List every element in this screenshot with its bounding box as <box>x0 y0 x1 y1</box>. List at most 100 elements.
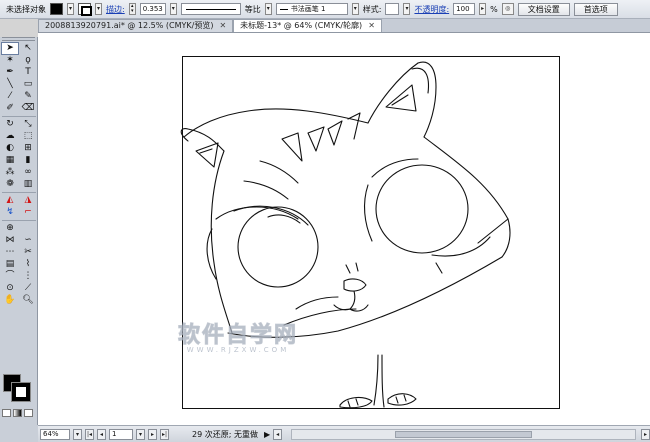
none-mode-icon[interactable] <box>24 409 33 417</box>
measure-icon[interactable]: ⟋ <box>20 283 36 294</box>
stroke-dropdown[interactable]: ▾ <box>95 3 102 15</box>
magnify-icon[interactable]: 🔍︎ <box>20 295 36 306</box>
style-label: 样式: <box>362 4 382 14</box>
close-icon[interactable]: ✕ <box>219 20 226 32</box>
pen-tool-icon[interactable]: ✒ <box>2 67 18 78</box>
symbol-sprayer-icon[interactable]: ❁ <box>2 179 18 190</box>
direct-selection-icon[interactable]: ↖ <box>20 43 36 54</box>
watermark: 软件自学网 WWW.RJZXW.COM <box>158 317 318 355</box>
zoom-tool-icon[interactable]: ⊙ <box>2 283 18 294</box>
status-bar: 64% ▾ |◂ ◂ 1 ▾ ▸ ▸| 29 次还原; 无重做 ▶ ◂ ▸ <box>38 425 650 442</box>
artboard-tool-icon[interactable]: ⌐ <box>20 207 36 218</box>
twirl-icon[interactable]: ⌇ <box>20 259 36 270</box>
control-bar: 未选择对象 ▾ ▾ 描边: ▴ ▾ 0.353 ▾ 等比 ▾ 书法画笔 1 ▾ 样… <box>0 0 650 19</box>
scroll-right-button[interactable]: ▸ <box>641 428 650 440</box>
profile-dropdown[interactable]: ▾ <box>264 3 272 15</box>
artboard-dropdown[interactable]: ▾ <box>136 428 145 440</box>
document-tab-bar: 2008813920791.ai* @ 12.5% (CMYK/预览) ✕ 未标… <box>38 19 650 33</box>
brush-label: 书法画笔 1 <box>290 5 326 13</box>
next-artboard-button[interactable]: ▸ <box>148 428 157 440</box>
scroll-left-button[interactable]: ◂ <box>273 428 283 440</box>
tab-label: 未标题-13* @ 64% (CMYK/轮廓) <box>240 21 363 30</box>
stroke-weight-input[interactable]: 0.353 <box>139 3 166 15</box>
rotate-icon[interactable]: ↻ <box>2 119 18 130</box>
gradient-icon[interactable]: ▮ <box>20 155 36 166</box>
variable-width-profile[interactable] <box>180 3 241 15</box>
scale-icon[interactable]: ⤡ <box>20 119 36 130</box>
perspective-grid-icon[interactable]: ⊞ <box>20 143 36 154</box>
opacity-input[interactable]: 100 <box>453 3 476 15</box>
profile-label: 等比 <box>244 4 261 14</box>
zoom-level-input[interactable]: 64% <box>40 428 70 440</box>
column-graph-icon[interactable]: ▥ <box>20 179 36 190</box>
eraser-icon[interactable]: ⌫ <box>20 103 36 114</box>
warp-icon[interactable]: ☁ <box>2 131 18 142</box>
status-message[interactable]: 29 次还原; 无重做 ▶ <box>192 429 270 440</box>
stroke-swatch[interactable] <box>11 382 31 402</box>
tools-panel: ➤ ↖ ✶ ϙ ✒ T ╲ ▭ ⁄ ✎ ✐ ⌫ ↻ ⤡ ☁ ⬚ ◐ ⊞ ▦ ▮ … <box>0 37 38 425</box>
type-tool-icon[interactable]: T <box>20 67 36 78</box>
free-transform-icon[interactable]: ⬚ <box>20 131 36 142</box>
document-setup-button[interactable]: 文档设置 <box>517 2 570 16</box>
line-segment-icon[interactable]: ╲ <box>2 79 18 90</box>
tab-document-1[interactable]: 2008813920791.ai* @ 12.5% (CMYK/预览) ✕ <box>38 19 234 32</box>
eyedropper-icon[interactable]: ⁂ <box>2 167 18 178</box>
slice-icon[interactable]: ↯ <box>2 207 18 218</box>
opacity-unit: % <box>490 4 498 14</box>
hand-tool-icon[interactable]: ⊕ <box>2 223 18 234</box>
selection-arrow-icon[interactable]: ➤ <box>1 42 19 55</box>
tab-label: 2008813920791.ai* @ 12.5% (CMYK/预览) <box>45 21 214 30</box>
scrollbar-thumb[interactable] <box>394 430 533 438</box>
paintbrush-icon[interactable]: ⁄ <box>2 91 18 102</box>
blob-brush-icon[interactable]: ✐ <box>2 103 18 114</box>
previous-artboard-button[interactable]: ◂ <box>97 428 106 440</box>
anchor-point-icon[interactable]: ⌒ <box>2 271 18 282</box>
artboard-number-input[interactable]: 1 <box>109 428 133 440</box>
opacity-dropdown[interactable]: ▸ <box>479 3 487 15</box>
scissors-icon[interactable]: ✂ <box>20 247 36 258</box>
brush-preview-icon <box>279 8 288 10</box>
stroke-color-swatch[interactable] <box>78 3 92 16</box>
width-tool-icon[interactable]: ⋯ <box>2 247 18 258</box>
cat-illustration-outline[interactable] <box>38 33 650 425</box>
gradient-mode-icon[interactable] <box>13 409 22 417</box>
close-icon[interactable]: ✕ <box>368 20 375 32</box>
fill-dropdown[interactable]: ▾ <box>67 3 74 15</box>
draw-normal-icon[interactable]: ⋈ <box>2 235 18 246</box>
zoom-dropdown[interactable]: ▾ <box>73 428 82 440</box>
horizontal-scrollbar[interactable] <box>291 428 636 440</box>
hand-icon[interactable]: ✋ <box>2 295 18 306</box>
draw-behind-icon[interactable]: ∽ <box>20 235 36 246</box>
preferences-button[interactable]: 首选项 <box>573 2 618 16</box>
first-artboard-button[interactable]: |◂ <box>85 428 94 440</box>
rectangle-tool-icon[interactable]: ▭ <box>20 79 36 90</box>
knife-icon[interactable]: ⋮ <box>20 271 36 282</box>
fill-color-swatch[interactable] <box>50 3 63 15</box>
status-menu-arrow-icon[interactable]: ▶ <box>264 430 270 439</box>
live-paint-selection-icon[interactable]: ◮ <box>20 195 36 206</box>
magic-wand-icon[interactable]: ✶ <box>2 55 18 66</box>
tab-document-2[interactable]: 未标题-13* @ 64% (CMYK/轮廓) ✕ <box>233 19 382 32</box>
graph-tool-icon[interactable]: ▤ <box>2 259 18 270</box>
document-canvas[interactable]: 软件自学网 WWW.RJZXW.COM <box>38 33 650 425</box>
style-dropdown[interactable]: ▾ <box>403 3 411 15</box>
graphic-style-swatch[interactable] <box>385 3 400 15</box>
stroke-weight-stepper[interactable]: ▴ ▾ <box>128 3 136 15</box>
pencil-icon[interactable]: ✎ <box>20 91 36 102</box>
lasso-icon[interactable]: ϙ <box>20 55 36 66</box>
brush-definition[interactable]: 书法画笔 1 <box>275 3 348 15</box>
last-artboard-button[interactable]: ▸| <box>160 428 169 440</box>
recolor-artwork-icon[interactable]: ◎ <box>501 3 514 15</box>
opacity-panel-link[interactable]: 不透明度: <box>414 4 449 15</box>
watermark-title: 软件自学网 <box>177 323 298 349</box>
stroke-panel-link[interactable]: 描边: <box>106 4 125 15</box>
blend-icon[interactable]: ∞ <box>20 167 36 178</box>
color-mode-icon[interactable] <box>2 409 11 417</box>
brush-dropdown[interactable]: ▾ <box>351 3 359 15</box>
fill-stroke-control[interactable] <box>3 374 33 404</box>
mesh-icon[interactable]: ▦ <box>2 155 18 166</box>
shape-builder-icon[interactable]: ◐ <box>2 143 18 154</box>
stroke-weight-dropdown[interactable]: ▾ <box>169 3 177 15</box>
live-paint-bucket-icon[interactable]: ◭ <box>2 195 18 206</box>
color-mode-buttons <box>2 409 33 417</box>
